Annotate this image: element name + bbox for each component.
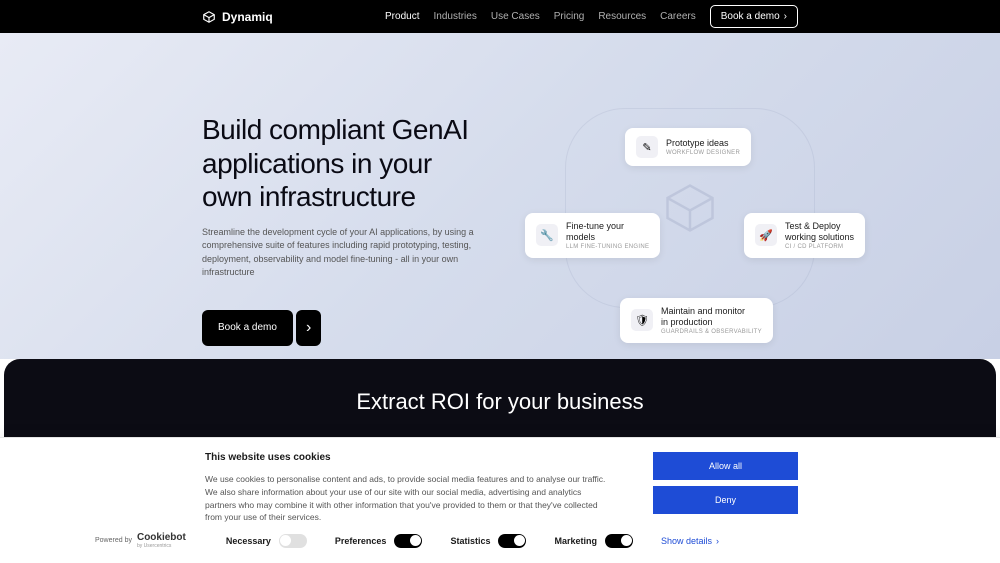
hero-section: Build compliant GenAI applications in yo… [0,33,1000,359]
demo-header-label: Book a demo [721,11,780,22]
feature-title: Test & Deployworking solutions [785,221,854,243]
feature-finetune: 🔧 Fine-tune yourmodels LLM FINE-TUNING E… [525,213,660,258]
powered-label: Powered by [95,537,132,544]
powered-by: Powered by Cookiebot by Usercentrics [95,532,186,549]
show-details-link[interactable]: Show details › [661,536,719,546]
toggle-statistics[interactable] [498,534,526,548]
toggle-label-necessary: Necessary [226,536,271,546]
feature-subtitle: GUARDRAILS & OBSERVABILITY [661,329,762,335]
nav-pricing[interactable]: Pricing [554,11,585,22]
cookiebot-logo[interactable]: Cookiebot [137,532,186,543]
roi-section: Extract ROI for your business [4,359,996,444]
feature-monitor: 🛡 Maintain and monitorin production GUAR… [620,298,773,343]
feature-title: Prototype ideas [666,138,740,149]
show-details-label: Show details [661,536,712,546]
feature-title: Fine-tune yourmodels [566,221,649,243]
logo[interactable]: Dynamiq [202,10,273,24]
nav: Product Industries Use Cases Pricing Res… [385,5,798,28]
cube-icon [660,178,720,238]
toggle-preferences[interactable] [394,534,422,548]
book-demo-header-button[interactable]: Book a demo › [710,5,798,28]
deny-button[interactable]: Deny [653,486,798,514]
feature-title: Maintain and monitorin production [661,306,762,328]
toggle-marketing[interactable] [605,534,633,548]
hero-description: Streamline the development cycle of your… [202,226,492,280]
feature-subtitle: LLM FINE-TUNING ENGINE [566,244,649,250]
brand-name: Dynamiq [222,10,273,24]
toggle-necessary[interactable] [279,534,307,548]
chevron-right-icon: › [716,536,719,546]
shield-icon: 🛡 [631,309,653,331]
chevron-right-icon: › [306,319,311,337]
chevron-right-icon: › [784,11,787,22]
feature-subtitle: CI / CD PLATFORM [785,244,854,250]
toggle-label-marketing: Marketing [554,536,597,546]
section-title: Extract ROI for your business [356,389,643,415]
logo-icon [202,10,216,24]
demo-arrow-button[interactable]: › [296,310,321,346]
cookie-title: This website uses cookies [205,452,613,463]
nav-resources[interactable]: Resources [598,11,646,22]
book-demo-button[interactable]: Book a demo [202,310,293,346]
pencil-icon: ✎ [636,136,658,158]
nav-careers[interactable]: Careers [660,11,696,22]
cookie-description: We use cookies to personalise content an… [205,473,613,524]
hero-title-line: Build compliant GenAI [202,114,469,145]
nav-product[interactable]: Product [385,11,419,22]
toggle-label-preferences: Preferences [335,536,387,546]
rocket-icon: 🚀 [755,224,777,246]
toggle-label-statistics: Statistics [450,536,490,546]
provider-sub: by Usercentrics [137,543,186,549]
allow-all-button[interactable]: Allow all [653,452,798,480]
feature-deploy: 🚀 Test & Deployworking solutions CI / CD… [744,213,865,258]
header: Dynamiq Product Industries Use Cases Pri… [0,0,1000,33]
feature-prototype: ✎ Prototype ideas WORKFLOW DESIGNER [625,128,751,166]
nav-industries[interactable]: Industries [433,11,476,22]
hero-title-line: applications in your [202,148,432,179]
hero-title-line: own infrastructure [202,181,416,212]
nav-usecases[interactable]: Use Cases [491,11,540,22]
feature-diagram: ✎ Prototype ideas WORKFLOW DESIGNER 🔧 Fi… [520,93,860,323]
cookie-banner: This website uses cookies We use cookies… [0,437,1000,563]
wrench-icon: 🔧 [536,224,558,246]
feature-subtitle: WORKFLOW DESIGNER [666,150,740,156]
